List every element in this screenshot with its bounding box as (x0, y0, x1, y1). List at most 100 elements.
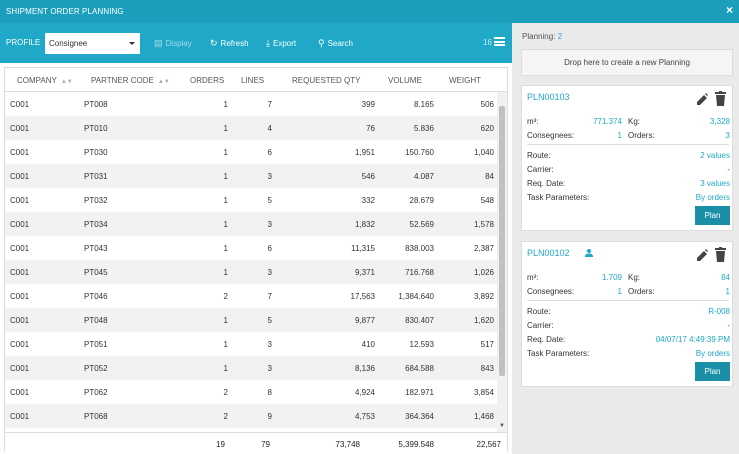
cell-company: C001 (10, 340, 30, 349)
cell-weight: 620 (480, 124, 494, 133)
table-scrollbar[interactable]: ▼ (497, 92, 507, 432)
req-date-value[interactable]: 04/07/17 4:49:39 PM (632, 335, 730, 344)
menu-icon[interactable] (494, 37, 505, 46)
cell-weight: 548 (480, 196, 494, 205)
column-header-company[interactable]: COMPANY ▲▼ (17, 76, 73, 85)
cell-volume: 838.003 (405, 244, 434, 253)
cell-requested-qty: 332 (361, 196, 375, 205)
close-icon[interactable]: × (726, 3, 733, 17)
cell-requested-qty: 4,924 (354, 388, 375, 397)
table-row[interactable]: C001 PT045 1 3 9,371 716.768 1,026 (5, 260, 497, 284)
refresh-button[interactable]: ↻ Refresh (210, 38, 249, 49)
planning-id-link[interactable]: PLN00102 (527, 248, 570, 258)
cell-lines: 7 (267, 292, 272, 301)
cell-orders: 1 (223, 244, 228, 253)
table-row[interactable]: C001 PT034 1 3 1,832 52.569 1,578 (5, 212, 497, 236)
table-row[interactable]: C001 PT008 1 7 399 8.165 506 (5, 92, 497, 116)
cell-partner-code: PT052 (84, 364, 108, 373)
carrier-value: - (727, 321, 730, 330)
scrollbar-thumb[interactable] (499, 106, 505, 376)
cell-orders: 1 (223, 220, 228, 229)
task-parameters-label: Task Parameters: (527, 193, 590, 202)
plan-button[interactable]: Plan (695, 206, 730, 225)
cell-company: C001 (10, 268, 30, 277)
cell-requested-qty: 410 (361, 340, 375, 349)
table-row[interactable]: C001 PT051 1 3 410 12.593 517 (5, 332, 497, 356)
column-header-volume[interactable]: VOLUME (388, 76, 422, 85)
sort-icon[interactable]: ▲▼ (61, 79, 73, 85)
column-header-requested-qty[interactable]: REQUESTED QTY (292, 76, 360, 85)
table-row[interactable]: C001 PT046 2 7 17,563 1,384.640 3,892 (5, 284, 497, 308)
table-row[interactable]: C001 PT031 1 3 546 4.087 84 (5, 164, 497, 188)
cell-lines: 5 (267, 316, 272, 325)
profile-select[interactable]: Consignee (45, 33, 140, 54)
cell-lines: 3 (267, 340, 272, 349)
cell-partner-code: PT010 (84, 124, 108, 133)
list-icon: ▤ (154, 38, 163, 48)
cell-orders: 1 (223, 148, 228, 157)
table-row[interactable]: C001 PT043 1 6 11,315 838.003 2,387 (5, 236, 497, 260)
cell-weight: 2,387 (473, 244, 494, 253)
table-row[interactable]: C001 PT052 1 3 8,136 684.588 843 (5, 356, 497, 380)
kg-label: Kg: (628, 117, 641, 126)
cell-company: C001 (10, 196, 30, 205)
cell-requested-qty: 546 (361, 172, 375, 181)
cell-lines: 6 (267, 148, 272, 157)
cell-lines: 7 (267, 100, 272, 109)
cell-weight: 1,620 (473, 316, 494, 325)
route-value[interactable]: 2 values (632, 151, 730, 160)
search-label: Search (327, 39, 353, 48)
table-row[interactable]: C001 PT032 1 5 332 28.679 548 (5, 188, 497, 212)
cell-volume: 150.760 (405, 148, 434, 157)
table-row[interactable]: C001 PT030 1 6 1,951 150.760 1,040 (5, 140, 497, 164)
table-row[interactable]: C001 PT062 2 8 4,924 182.971 3,854 (5, 380, 497, 404)
display-label: Display (165, 39, 192, 48)
cell-lines: 6 (267, 244, 272, 253)
edit-icon[interactable] (696, 92, 708, 106)
table-row[interactable]: C001 PT010 1 4 76 5.836 620 (5, 116, 497, 140)
scroll-down-icon[interactable]: ▼ (499, 423, 505, 429)
orders-table: COMPANY ▲▼ PARTNER CODE ▲▼ ORDERS LINES RE… (4, 67, 508, 452)
cell-lines: 3 (267, 364, 272, 373)
table-row[interactable]: C001 PT048 1 5 9,877 830.407 1,620 (5, 308, 497, 332)
column-header-weight[interactable]: WEIGHT (449, 76, 481, 85)
cell-company: C001 (10, 244, 30, 253)
cell-requested-qty: 4,753 (354, 412, 375, 421)
cell-partner-code: PT051 (84, 340, 108, 349)
task-parameters-label: Task Parameters: (527, 349, 590, 358)
cell-requested-qty: 8,136 (354, 364, 375, 373)
route-value[interactable]: R-008 (632, 307, 730, 316)
cell-orders: 2 (223, 388, 228, 397)
cell-company: C001 (10, 124, 30, 133)
route-label: Route: (527, 151, 551, 160)
sort-icon[interactable]: ▲▼ (158, 79, 170, 85)
table-body: C001 PT008 1 7 399 8.165 506 C001 PT010 1 4 76 5.836… (5, 92, 497, 432)
table-row[interactable]: C001 PT068 2 9 4,753 364.364 1,468 (5, 404, 497, 428)
cell-orders: 1 (223, 316, 228, 325)
edit-icon[interactable] (696, 248, 708, 262)
cell-partner-code: PT008 (84, 100, 108, 109)
total-requested-qty: 73,748 (335, 440, 360, 449)
cell-company: C001 (10, 100, 30, 109)
trash-icon[interactable] (715, 91, 726, 106)
plan-button[interactable]: Plan (695, 362, 730, 381)
column-header-lines[interactable]: LINES (241, 76, 264, 85)
cell-partner-code: PT062 (84, 388, 108, 397)
trash-icon[interactable] (715, 247, 726, 262)
task-parameters-value[interactable]: By orders (632, 349, 730, 358)
cell-orders: 1 (223, 340, 228, 349)
column-header-partner-code[interactable]: PARTNER CODE ▲▼ (91, 76, 170, 85)
new-planning-dropzone[interactable]: Drop here to create a new Planning (521, 49, 733, 76)
consignees-label: Consegnees: (527, 131, 575, 140)
kg-value: 3,328 (709, 117, 730, 126)
export-button[interactable]: ⤓ Export (266, 38, 296, 49)
planning-id-link[interactable]: PLN00103 (527, 92, 570, 102)
task-parameters-value[interactable]: By orders (632, 193, 730, 202)
req-date-value[interactable]: 3 values (632, 179, 730, 188)
download-icon: ⤓ (266, 38, 270, 48)
cell-lines: 8 (267, 388, 272, 397)
cell-weight: 517 (480, 340, 494, 349)
search-button[interactable]: ⚲ Search (318, 38, 353, 49)
display-button[interactable]: ▤ Display (154, 38, 192, 49)
column-header-orders[interactable]: ORDERS (190, 76, 224, 85)
